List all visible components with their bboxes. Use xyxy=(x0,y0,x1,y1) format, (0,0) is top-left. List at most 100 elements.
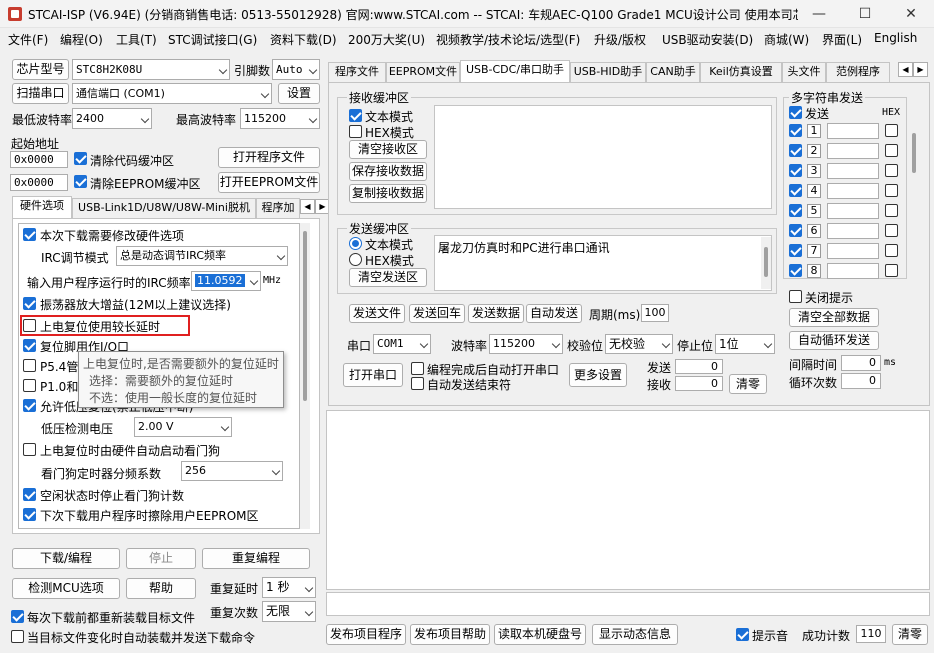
min-baud-select[interactable]: 2400 xyxy=(72,108,152,129)
menu-prize[interactable]: 200万大奖(U) xyxy=(348,31,425,48)
menu-program[interactable]: 编程(O) xyxy=(60,31,103,48)
settings-button[interactable]: 设置 xyxy=(278,83,320,104)
scrollbar-thumb[interactable] xyxy=(912,133,916,173)
scrollbar-thumb[interactable] xyxy=(303,231,307,401)
code-addr-input[interactable]: 0x0000 xyxy=(10,151,68,168)
multi-row-input[interactable] xyxy=(827,223,879,239)
scrollbar-thumb[interactable] xyxy=(764,247,768,277)
menu-shop[interactable]: 商城(W) xyxy=(764,31,809,48)
help-button[interactable]: 帮助 xyxy=(126,578,196,599)
parity-select[interactable]: 无校验 xyxy=(605,334,673,354)
auto-load-checkbox[interactable] xyxy=(11,630,24,643)
copy-receive-button[interactable]: 复制接收数据 xyxy=(349,184,427,203)
publish-help-button[interactable]: 发布项目帮助 xyxy=(410,624,490,645)
erase-eeprom-checkbox[interactable] xyxy=(23,508,36,521)
send-scrollbar[interactable] xyxy=(761,237,771,289)
tab-can[interactable]: CAN助手 xyxy=(646,62,700,82)
wdt-div-select[interactable]: 256 xyxy=(181,461,283,481)
close-icon[interactable]: ✕ xyxy=(888,0,934,28)
multi-row-hex-checkbox[interactable] xyxy=(885,184,898,197)
stop-bits-select[interactable]: 1位 xyxy=(715,334,775,354)
menu-file[interactable]: 文件(F) xyxy=(8,31,48,48)
tab-scroll-left-icon[interactable]: ◀ xyxy=(300,199,315,214)
recv-hex-mode-checkbox[interactable] xyxy=(349,125,362,138)
hardware-scrollbar[interactable] xyxy=(300,223,310,529)
tab-usb-link[interactable]: USB-Link1D/U8W/U8W-Mini脱机 xyxy=(72,198,256,218)
clear-receive-button[interactable]: 清空接收区 xyxy=(349,140,427,159)
repeat-delay-select[interactable]: 1 秒 xyxy=(262,577,316,598)
read-disk-id-button[interactable]: 读取本机硬盘号 xyxy=(494,624,586,645)
send-data-button[interactable]: 发送数据 xyxy=(468,304,524,323)
tab-usb-cdc-serial[interactable]: USB-CDC/串口助手 xyxy=(460,60,570,82)
chip-model-select[interactable]: STC8H2K08U xyxy=(72,59,230,80)
menu-download[interactable]: 资料下载(D) xyxy=(270,31,337,48)
interval-input[interactable]: 0 xyxy=(841,355,881,371)
multi-row-send-button[interactable]: 8 xyxy=(807,264,821,278)
close-tip-checkbox[interactable] xyxy=(789,290,802,303)
send-text-mode-radio[interactable] xyxy=(349,237,362,250)
loop-count-input[interactable]: 0 xyxy=(841,373,881,389)
open-eeprom-file-button[interactable]: 打开EEPROM文件 xyxy=(218,172,320,193)
multi-row-checkbox[interactable] xyxy=(789,144,802,157)
baud-select[interactable]: 115200 xyxy=(489,334,563,354)
multi-scrollbar[interactable] xyxy=(909,103,919,277)
tab-usb-hid[interactable]: USB-HID助手 xyxy=(570,62,646,82)
reload-each-checkbox[interactable] xyxy=(11,610,24,623)
reprogram-button[interactable]: 重复编程 xyxy=(202,548,310,569)
maximize-icon[interactable]: ☐ xyxy=(842,0,888,28)
clear-eeprom-checkbox[interactable] xyxy=(74,175,87,188)
scan-port-button[interactable]: 扫描串口 xyxy=(12,83,69,104)
open-port-button[interactable]: 打开串口 xyxy=(343,363,403,387)
multi-send-all-checkbox[interactable] xyxy=(789,106,802,119)
minimize-icon[interactable]: — xyxy=(796,0,842,28)
multi-row-send-button[interactable]: 5 xyxy=(807,204,821,218)
auto-send-button[interactable]: 自动发送 xyxy=(526,304,582,323)
multi-row-checkbox[interactable] xyxy=(789,244,802,257)
port-select[interactable]: COM1 xyxy=(373,334,431,354)
menu-upgrade[interactable]: 升级/版权 xyxy=(594,31,646,48)
clear-success-button[interactable]: 清零 xyxy=(892,624,928,645)
clear-send-button[interactable]: 清空发送区 xyxy=(349,268,427,287)
irc-mode-select[interactable]: 总是动态调节IRC频率 xyxy=(116,246,288,266)
multi-row-hex-checkbox[interactable] xyxy=(885,164,898,177)
multi-row-checkbox[interactable] xyxy=(789,164,802,177)
multi-row-input[interactable] xyxy=(827,143,879,159)
chip-model-button[interactable]: 芯片型号 xyxy=(12,59,69,80)
multi-row-input[interactable] xyxy=(827,123,879,139)
multi-row-input[interactable] xyxy=(827,203,879,219)
auto-loop-send-button[interactable]: 自动循环发送 xyxy=(789,331,879,350)
multi-row-input[interactable] xyxy=(827,243,879,259)
p10-checkbox[interactable] xyxy=(23,379,36,392)
multi-row-send-button[interactable]: 3 xyxy=(807,164,821,178)
max-baud-select[interactable]: 115200 xyxy=(240,108,320,129)
menu-interface[interactable]: 界面(L) xyxy=(822,31,862,48)
send-file-button[interactable]: 发送文件 xyxy=(349,304,405,323)
multi-row-input[interactable] xyxy=(827,263,879,279)
menu-english[interactable]: English xyxy=(874,31,917,45)
allow-lvr-checkbox[interactable] xyxy=(23,399,36,412)
check-mcu-button[interactable]: 检测MCU选项 xyxy=(12,578,120,599)
send-return-button[interactable]: 发送回车 xyxy=(409,304,465,323)
download-button[interactable]: 下载/编程 xyxy=(12,548,120,569)
multi-row-input[interactable] xyxy=(827,183,879,199)
sound-tip-checkbox[interactable] xyxy=(736,628,749,641)
pin-count-select[interactable]: Auto xyxy=(272,59,320,80)
menu-debug[interactable]: STC调试接口(G) xyxy=(168,31,257,48)
save-receive-button[interactable]: 保存接收数据 xyxy=(349,162,427,181)
multi-row-send-button[interactable]: 4 xyxy=(807,184,821,198)
more-settings-button[interactable]: 更多设置 xyxy=(569,363,627,387)
multi-row-send-button[interactable]: 2 xyxy=(807,144,821,158)
multi-row-hex-checkbox[interactable] xyxy=(885,224,898,237)
tab-keil-sim[interactable]: Keil仿真设置 xyxy=(700,62,782,82)
tab-program-add[interactable]: 程序加 xyxy=(256,198,300,218)
multi-row-send-button[interactable]: 7 xyxy=(807,244,821,258)
osc-gain-checkbox[interactable] xyxy=(23,297,36,310)
menu-video[interactable]: 视频教学/技术论坛/选型(F) xyxy=(436,31,580,48)
lvd-select[interactable]: 2.00 V xyxy=(134,417,232,437)
tab-eeprom-file[interactable]: EEPROM文件 xyxy=(386,62,460,82)
multi-row-input[interactable] xyxy=(827,163,879,179)
output-log[interactable] xyxy=(326,410,930,590)
multi-row-checkbox[interactable] xyxy=(789,224,802,237)
show-dynamic-info-button[interactable]: 显示动态信息 xyxy=(592,624,678,645)
multi-row-checkbox[interactable] xyxy=(789,124,802,137)
